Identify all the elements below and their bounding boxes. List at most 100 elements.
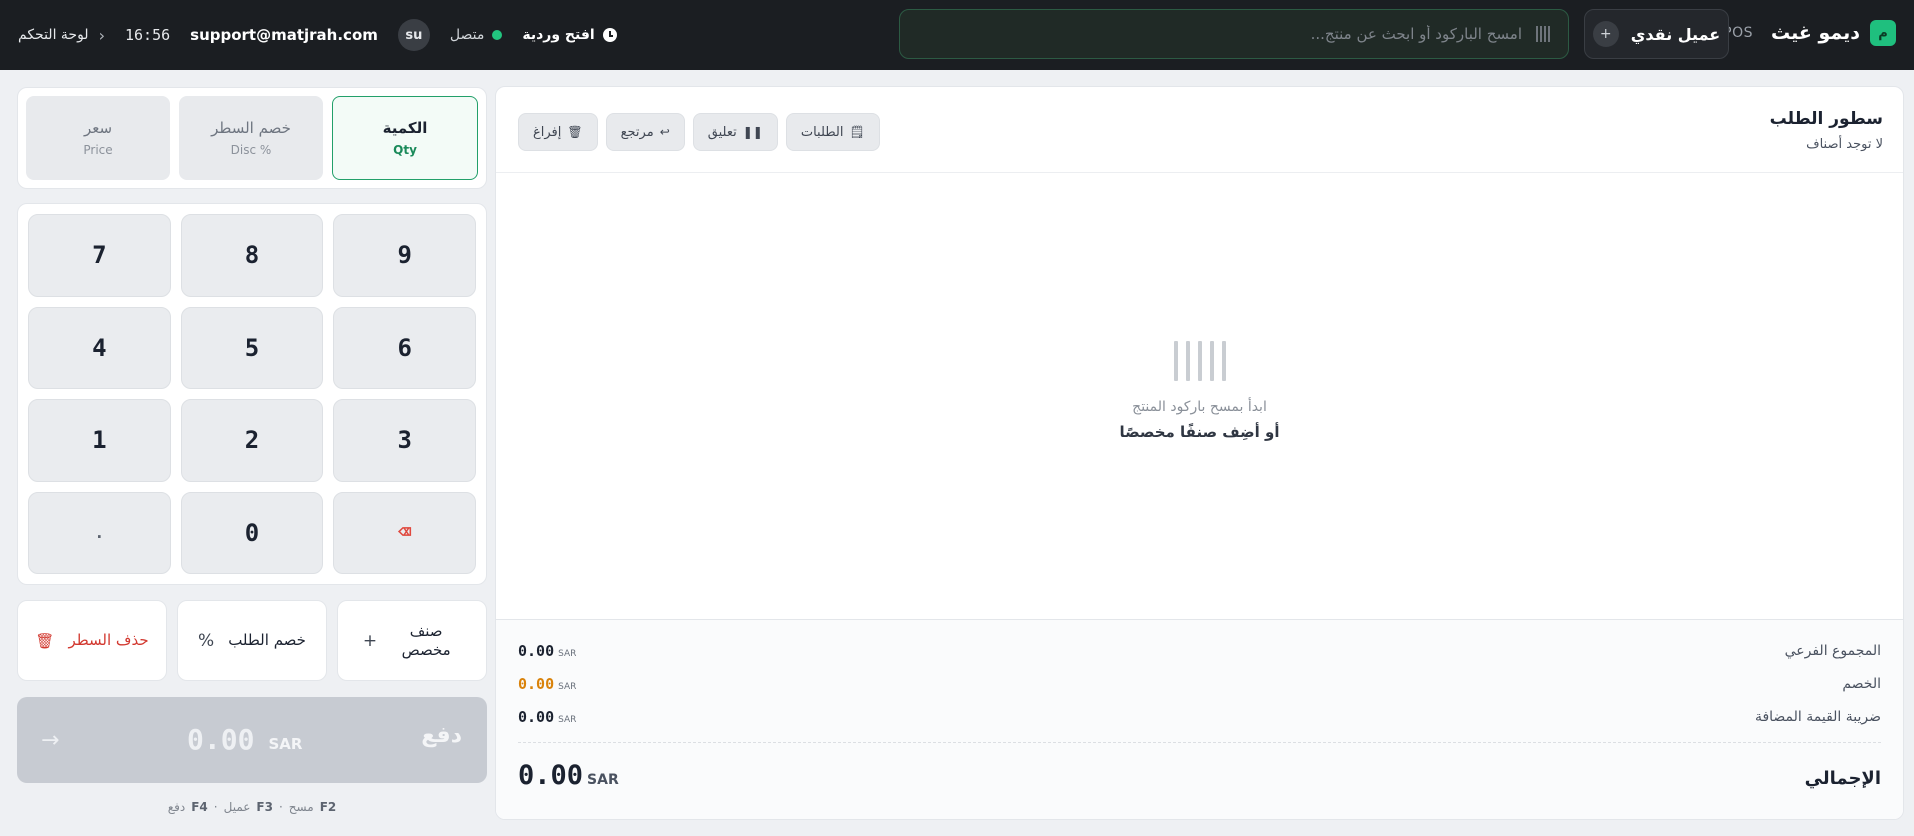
pay-currency: SAR xyxy=(268,735,303,753)
brand-logo: م xyxy=(1870,20,1896,46)
order-actions: 🗑 إفراغ ↩ مرتجع ❚❚ تعليق 🗒 الطلبات xyxy=(518,113,880,151)
tab-quantity-label: الكمية xyxy=(382,119,428,137)
top-bar: م ديمو غيث POS عميل نقدي + لوحة التحكم ›… xyxy=(0,0,1914,70)
input-mode-tabs: الكمية Qty خصم السطر % Disc سعر Price xyxy=(17,87,487,189)
hold-button[interactable]: ❚❚ تعليق xyxy=(692,113,778,151)
user-email: support@matjrah.com xyxy=(190,26,378,44)
key-5[interactable]: 5 xyxy=(180,306,324,389)
totals-divider xyxy=(518,742,1881,743)
pay-amount-value: 0.00 xyxy=(187,723,255,756)
key-6[interactable]: 6 xyxy=(333,306,476,389)
discount-row: الخصم 0.00 SAR xyxy=(518,671,1881,697)
receipt-icon: 🗒 xyxy=(849,125,865,139)
customer-button[interactable]: عميل نقدي + xyxy=(1584,9,1729,59)
top-left-area: لوحة التحكم › 16:56 support@matjrah.com … xyxy=(18,18,617,52)
customer-label: عميل نقدي xyxy=(1630,24,1721,44)
dashboard-link[interactable]: لوحة التحكم › xyxy=(18,26,105,45)
order-discount-label: خصم الطلب xyxy=(228,631,306,650)
discount-label: الخصم xyxy=(1842,676,1881,692)
shortcut-pay-key: F4 xyxy=(191,800,208,814)
clear-label: إفراغ xyxy=(533,124,562,140)
order-title: سطور الطلب xyxy=(1769,109,1883,129)
brand: م ديمو غيث POS xyxy=(1723,20,1896,46)
vat-row: ضريبة القيمة المضافة 0.00 SAR xyxy=(518,704,1881,730)
subtotal-value: 0.00 SAR xyxy=(518,642,577,660)
pay-label: دفع xyxy=(421,723,462,748)
shortcut-scan-label: مسح xyxy=(288,800,314,814)
delete-line-button[interactable]: 🗑 حذف السطر xyxy=(17,600,167,681)
tab-price[interactable]: سعر Price xyxy=(26,96,170,180)
discount-value: 0.00 SAR xyxy=(518,675,577,693)
pause-icon: ❚❚ xyxy=(742,125,763,139)
key-8[interactable]: 8 xyxy=(180,214,324,297)
chevron-right-icon: › xyxy=(98,25,105,45)
custom-item-label: صنف مخصص xyxy=(401,621,451,659)
key-7[interactable]: 7 xyxy=(28,214,171,297)
shortcut-customer-key: F3 xyxy=(256,800,273,814)
tab-quantity[interactable]: الكمية Qty xyxy=(332,96,478,180)
brand-name: ديمو غيث xyxy=(1771,22,1860,44)
return-button[interactable]: ↩ مرتجع xyxy=(605,113,685,151)
clear-button[interactable]: 🗑 إفراغ xyxy=(518,113,598,151)
grand-total-value: 0.00 SAR xyxy=(518,760,619,791)
status-label: متصل xyxy=(449,27,485,43)
key-1[interactable]: 1 xyxy=(28,399,171,482)
tab-line-discount-sublabel: % Disc xyxy=(230,143,272,157)
hold-label: تعليق xyxy=(707,124,737,140)
return-label: مرتجع xyxy=(620,124,654,140)
plus-icon: + xyxy=(362,630,378,651)
open-shift-label: افتح وردية xyxy=(522,27,595,43)
keyboard-shortcuts: دفع F4 · عميل F3 · مسح F2 xyxy=(17,800,487,814)
subtotal-row: المجموع الفرعي 0.00 SAR xyxy=(518,638,1881,664)
search-input[interactable] xyxy=(918,25,1522,43)
percent-icon: % xyxy=(198,630,215,651)
numeric-keypad: 7 8 9 4 5 6 1 2 3 . 0 ⌫ xyxy=(17,203,487,585)
order-subtitle: لا توجد أصناف xyxy=(1806,137,1883,152)
key-2[interactable]: 2 xyxy=(180,399,324,482)
pay-button[interactable]: → 0.00 SAR دفع xyxy=(17,697,487,783)
shortcut-scan-key: F2 xyxy=(319,800,337,814)
shortcut-pay-label: دفع xyxy=(167,800,186,814)
key-0[interactable]: 0 xyxy=(180,491,324,574)
tab-line-discount[interactable]: خصم السطر % Disc xyxy=(179,96,323,180)
tab-quantity-sublabel: Qty xyxy=(393,143,417,157)
pay-amount: 0.00 SAR xyxy=(187,723,302,756)
custom-item-button[interactable]: + صنف مخصص xyxy=(337,600,487,681)
subtotal-label: المجموع الفرعي xyxy=(1784,643,1881,659)
orders-button[interactable]: 🗒 الطلبات xyxy=(785,113,880,151)
clock-time: 16:56 xyxy=(124,26,171,44)
empty-hint-primary: ابدأ بمسح باركود المنتج xyxy=(1132,398,1267,415)
status-dot-icon xyxy=(492,30,503,40)
barcode-icon xyxy=(1536,26,1550,42)
connection-status: متصل xyxy=(449,27,503,43)
backspace-icon[interactable]: ⌫ xyxy=(333,491,476,574)
key-9[interactable]: 9 xyxy=(333,214,476,297)
empty-state: ابدأ بمسح باركود المنتج أو أضِف صنفًا مخ… xyxy=(496,173,1903,628)
clock-icon xyxy=(602,28,617,42)
grand-total-label: الإجمالي xyxy=(1804,768,1881,789)
arrow-right-icon: → xyxy=(41,727,60,753)
shortcut-separator: · xyxy=(213,800,218,814)
line-actions: 🗑 حذف السطر % خصم الطلب + صنف مخصص xyxy=(17,600,487,681)
search-bar xyxy=(899,9,1569,59)
order-header: سطور الطلب لا توجد أصناف 🗑 إفراغ ↩ مرتجع… xyxy=(496,87,1903,173)
order-panel: سطور الطلب لا توجد أصناف 🗑 إفراغ ↩ مرتجع… xyxy=(495,86,1904,820)
vat-value: 0.00 SAR xyxy=(518,708,577,726)
avatar[interactable]: su xyxy=(397,19,430,51)
totals-section: المجموع الفرعي 0.00 SAR الخصم 0.00 SAR ضري… xyxy=(496,619,1903,819)
shortcut-customer-label: عميل xyxy=(223,800,251,814)
key-decimal[interactable]: . xyxy=(28,491,171,574)
barcode-icon xyxy=(1173,340,1226,381)
open-shift-button[interactable]: افتح وردية xyxy=(522,27,617,43)
vat-label: ضريبة القيمة المضافة xyxy=(1754,709,1881,725)
tab-price-sublabel: Price xyxy=(83,143,113,157)
key-3[interactable]: 3 xyxy=(333,399,476,482)
dashboard-label: لوحة التحكم xyxy=(18,27,89,43)
order-discount-button[interactable]: % خصم الطلب xyxy=(177,600,327,681)
shortcut-separator: · xyxy=(278,800,283,814)
delete-line-label: حذف السطر xyxy=(68,631,149,650)
tab-price-label: سعر xyxy=(83,119,113,137)
key-4[interactable]: 4 xyxy=(28,306,171,389)
add-customer-icon: + xyxy=(1592,21,1619,47)
tab-line-discount-label: خصم السطر xyxy=(211,119,291,137)
